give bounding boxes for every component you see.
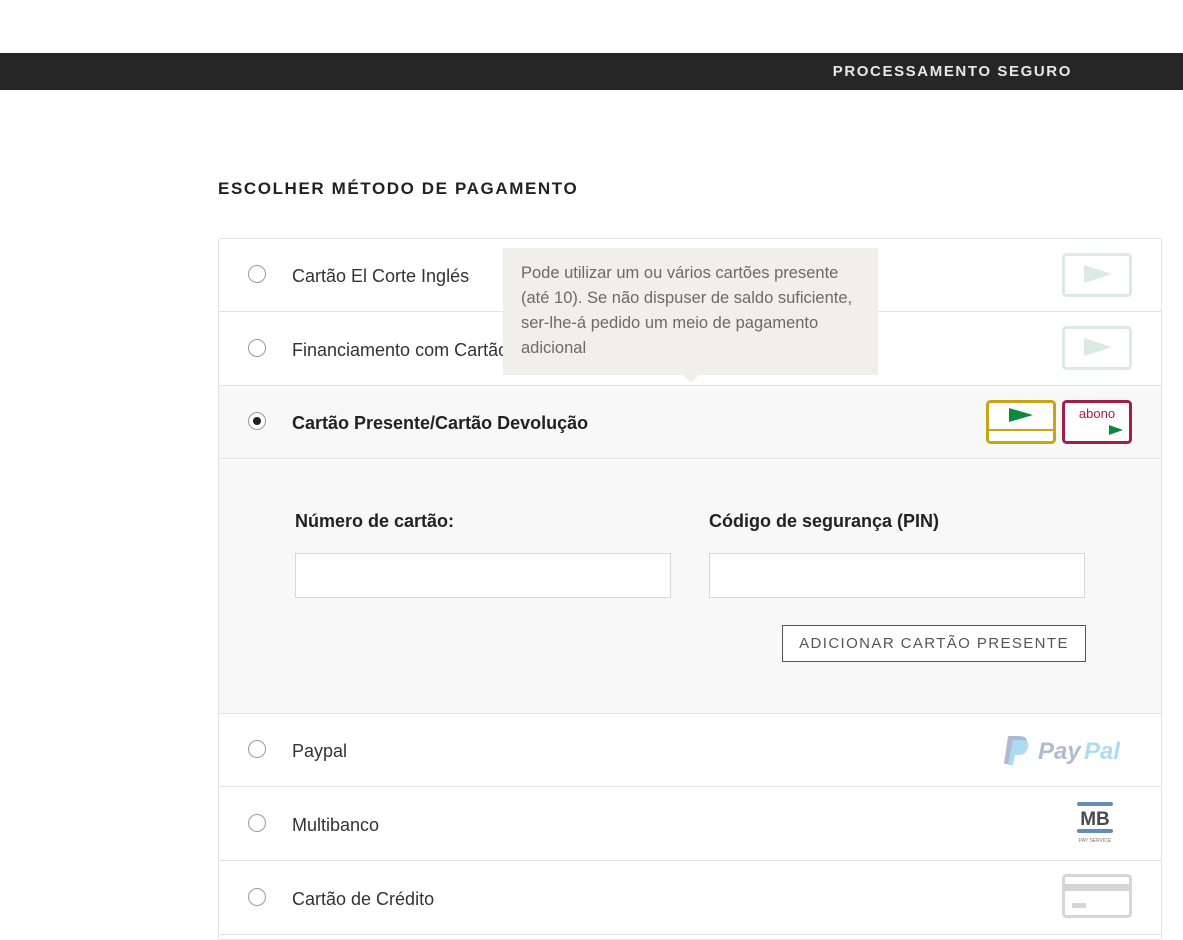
payment-option-label: Cartão de Crédito [292, 889, 435, 909]
payment-option-label: Cartão El Corte Inglés [292, 266, 470, 286]
radio-button[interactable] [248, 814, 266, 832]
abono-text: abono [1079, 406, 1115, 421]
payment-option-paypal[interactable]: Paypal Pay Pal [219, 714, 1161, 787]
paypal-logo: Pay Pal [1004, 736, 1121, 765]
paypal-text-pal: Pal [1084, 738, 1121, 765]
eci-card-icon [1062, 253, 1132, 297]
mb-text: MB [1080, 809, 1110, 830]
tooltip-text: Pode utilizar um ou vários cartões prese… [521, 264, 853, 357]
mb-subtext: PAY SERVICE [1079, 838, 1112, 844]
secure-processing-label: PROCESSAMENTO SEGURO [832, 63, 1072, 80]
payment-option-label: Cartão Presente/Cartão Devolução [292, 413, 589, 433]
paypal-text-pay: Pay [1038, 738, 1082, 765]
secure-header-bar: PROCESSAMENTO SEGURO [0, 53, 1183, 90]
card-number-label: Número de cartão: [295, 511, 455, 531]
card-number-input[interactable] [295, 553, 671, 598]
payment-option-label: Multibanco [292, 815, 380, 835]
abono-card-icon: abono [1062, 400, 1132, 444]
pin-input[interactable] [709, 553, 1085, 598]
payment-option-label: Financiamento com Cartão [292, 340, 509, 360]
page-title: ESCOLHER MÉTODO DE PAGAMENTO [218, 179, 579, 198]
payment-option-label: Paypal [292, 741, 348, 761]
payment-option-multibanco[interactable]: Multibanco MB PAY SERVICE [219, 788, 1161, 861]
payment-option-gift-card[interactable]: Cartão Presente/Cartão Devolução abono [219, 386, 1161, 459]
gift-card-form: Número de cartão: Código de segurança (P… [219, 460, 1161, 714]
eci-card-icon [1062, 326, 1132, 370]
radio-button[interactable] [248, 339, 266, 357]
pin-label: Código de segurança (PIN) [709, 511, 940, 531]
radio-button[interactable] [248, 265, 266, 283]
gift-card-icon [986, 400, 1056, 444]
radio-button[interactable] [248, 888, 266, 906]
credit-card-icon [1062, 874, 1132, 918]
radio-button[interactable] [248, 740, 266, 758]
add-gift-card-button[interactable]: ADICIONAR CARTÃO PRESENTE [782, 625, 1086, 662]
radio-button-selected[interactable] [248, 412, 266, 430]
gift-card-tooltip: Pode utilizar um ou vários cartões prese… [503, 248, 878, 383]
payment-option-credit-card[interactable]: Cartão de Crédito [219, 862, 1161, 935]
multibanco-logo: MB PAY SERVICE [1077, 802, 1113, 844]
